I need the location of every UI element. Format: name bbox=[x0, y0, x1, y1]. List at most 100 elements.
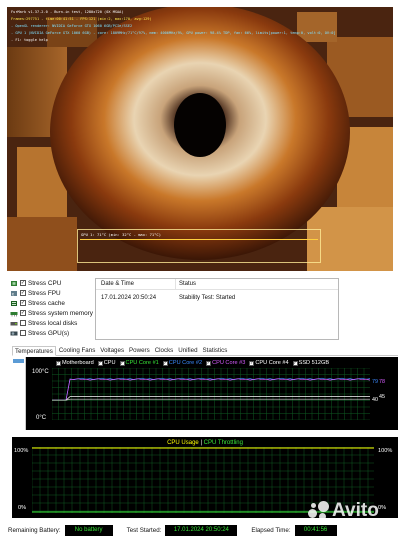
legend-label: CPU Core #3 bbox=[212, 360, 246, 366]
stress-memory-checkbox[interactable]: ✓ bbox=[20, 310, 26, 316]
gpu-icon bbox=[10, 330, 18, 337]
tab-clocks[interactable]: Clocks bbox=[153, 346, 176, 355]
legend-checkbox[interactable]: ✓ bbox=[249, 360, 255, 366]
furmark-opengl-line: - OpenGL renderer: NVIDIA GeForce GTX 10… bbox=[11, 24, 133, 28]
disk-icon bbox=[10, 320, 18, 327]
legend-label: CPU Core #2 bbox=[168, 360, 203, 366]
gpu-graph-line bbox=[80, 239, 318, 240]
stress-disks-checkbox[interactable] bbox=[20, 320, 26, 326]
stress-cpu-label: Stress CPU bbox=[28, 279, 62, 287]
cpu-icon bbox=[10, 280, 18, 287]
legend-item-cpu-core-2[interactable]: ✓ CPU Core #2 bbox=[162, 360, 203, 366]
legend-item-cpu[interactable]: ✓ CPU bbox=[97, 360, 116, 366]
legend-label: Motherboard bbox=[62, 360, 94, 366]
log-header-status[interactable]: Status bbox=[176, 281, 196, 287]
series-line-motherboard bbox=[52, 396, 370, 401]
status-log-table[interactable]: Date & Time Status 17.01.2024 20:50:24 S… bbox=[95, 278, 339, 340]
stress-cache-option[interactable]: ✓ Stress cache bbox=[10, 298, 94, 308]
series-line-cpu-core-3 bbox=[52, 378, 370, 401]
stress-gpu-label: Stress GPU(s) bbox=[28, 329, 70, 337]
stress-disks-label: Stress local disks bbox=[28, 319, 78, 327]
gpu-graph-label: GPU 1: 71°C (min: 32°C - max: 71°C) bbox=[81, 232, 162, 237]
test-started-label: Test Started: bbox=[126, 526, 162, 534]
legend-item-motherboard[interactable]: ✓ Motherboard bbox=[56, 360, 94, 366]
legend-checkbox[interactable]: ✓ bbox=[162, 360, 168, 366]
temp-value-motherboard: 45 bbox=[379, 394, 385, 400]
log-cell-status: Stability Test: Started bbox=[179, 294, 236, 301]
tab-unified[interactable]: Unified bbox=[176, 346, 199, 355]
legend-checkbox[interactable]: ✓ bbox=[206, 360, 212, 366]
avito-watermark: Avito bbox=[308, 500, 379, 522]
tab-cooling-fans[interactable]: Cooling Fans bbox=[57, 346, 97, 355]
tab-temperatures[interactable]: Temperatures bbox=[12, 346, 56, 356]
legend-label: CPU bbox=[103, 360, 116, 366]
log-header-row: Date & Time Status bbox=[96, 279, 338, 290]
tab-voltages[interactable]: Voltages bbox=[98, 346, 126, 355]
sensor-list-scrollbar[interactable] bbox=[12, 357, 26, 430]
stress-memory-option[interactable]: ✓ Stress system memory bbox=[10, 308, 94, 318]
furmark-render-window: FurMark v1.37.2.0 - Burn-in test, 1280x7… bbox=[7, 7, 393, 271]
cpu-title-separator: | bbox=[200, 440, 202, 446]
legend-label: SSD 512GB bbox=[298, 360, 330, 366]
stress-cpu-checkbox[interactable]: ✓ bbox=[20, 280, 26, 286]
cpu-throttling-title: CPU Throttling bbox=[203, 440, 243, 446]
avito-logo-icon bbox=[308, 501, 330, 521]
cpu-tick-top-right: 100% bbox=[378, 448, 393, 454]
temperature-plot bbox=[52, 368, 370, 420]
legend-label: CPU Core #4 bbox=[255, 360, 289, 366]
series-line-ssd-512gb bbox=[52, 398, 370, 401]
battery-label: Remaining Battery: bbox=[8, 526, 61, 534]
legend-checkbox[interactable]: ✓ bbox=[292, 360, 298, 366]
legend-item-ssd[interactable]: ✓ SSD 512GB bbox=[292, 360, 330, 366]
elapsed-time-value: 00:41:56 bbox=[294, 524, 337, 536]
cpu-chart-title: CPU Usage | CPU Throttling bbox=[12, 440, 398, 446]
status-bar: Remaining Battery: No battery Test Start… bbox=[8, 524, 400, 536]
stress-fpu-option[interactable]: x ✓ Stress FPU bbox=[10, 288, 94, 298]
legend-label: CPU Core #1 bbox=[125, 360, 159, 366]
stress-gpu-checkbox[interactable] bbox=[20, 330, 26, 336]
legend-checkbox[interactable]: ✓ bbox=[56, 360, 61, 366]
stress-memory-label: Stress system memory bbox=[28, 309, 93, 317]
memory-icon bbox=[10, 310, 18, 317]
temp-value-core2: 79 bbox=[372, 379, 378, 385]
table-row[interactable]: 17.01.2024 20:50:24 Stability Test: Star… bbox=[96, 292, 338, 303]
temp-value-ssd: 40 bbox=[372, 397, 378, 403]
log-cell-date: 17.01.2024 20:50:24 bbox=[101, 294, 157, 301]
legend-item-cpu-core-3[interactable]: ✓ CPU Core #3 bbox=[206, 360, 245, 366]
cpu-tick-bottom-left: 0% bbox=[18, 505, 27, 511]
stress-fpu-checkbox[interactable]: ✓ bbox=[20, 290, 26, 296]
tab-powers[interactable]: Powers bbox=[127, 346, 152, 355]
battery-value: No battery bbox=[64, 524, 113, 536]
legend-item-cpu-core-1[interactable]: ✓ CPU Core #1 bbox=[119, 360, 159, 366]
stress-cache-label: Stress cache bbox=[28, 299, 65, 307]
log-header-date[interactable]: Date & Time bbox=[96, 279, 176, 289]
stress-fpu-label: Stress FPU bbox=[28, 289, 61, 297]
legend-checkbox[interactable]: ✓ bbox=[97, 360, 103, 366]
gpu-temperature-graph: GPU 1: 71°C (min: 32°C - max: 71°C) bbox=[77, 229, 321, 263]
furmark-help-line: - F1: toggle help bbox=[11, 38, 48, 42]
cpu-usage-title: CPU Usage bbox=[167, 440, 199, 446]
tab-statistics[interactable]: Statistics bbox=[201, 346, 230, 355]
fpu-icon: x bbox=[10, 290, 18, 297]
cpu-tick-top-left: 100% bbox=[14, 448, 29, 454]
stress-gpu-option[interactable]: Stress GPU(s) bbox=[10, 328, 94, 338]
stress-cpu-option[interactable]: ✓ Stress CPU bbox=[10, 278, 94, 288]
elapsed-time-label: Elapsed Time: bbox=[251, 526, 291, 534]
temperature-chart: 100°C 0°C ✓ Motherboard ✓ CPU ✓ CPU Core #1… bbox=[12, 357, 398, 430]
monitor-tabs: Temperatures Cooling Fans Voltages Power… bbox=[12, 346, 398, 356]
temperature-legend: ✓ Motherboard ✓ CPU ✓ CPU Core #1 ✓ CPU Core… bbox=[56, 360, 333, 366]
cache-icon bbox=[10, 300, 18, 307]
legend-item-cpu-core-4[interactable]: ✓ CPU Core #4 bbox=[249, 360, 289, 366]
stress-cache-checkbox[interactable]: ✓ bbox=[20, 300, 26, 306]
cpu-tick-bottom-right: 0% bbox=[378, 505, 387, 511]
furmark-frames-line: Frames:297751 - time:00:41:51 - FPS:121 … bbox=[11, 17, 152, 21]
stress-options: ✓ Stress CPU x ✓ Stress FPU ✓ Stress cac… bbox=[10, 278, 94, 338]
temp-axis-top-label: 100°C bbox=[32, 369, 49, 375]
stress-disks-option[interactable]: Stress local disks bbox=[10, 318, 94, 328]
temp-value-core3: 78 bbox=[379, 379, 385, 385]
furmark-gpu-line: - GPU 1 (NVIDIA GeForce GTX 1060 6GB) - … bbox=[11, 31, 336, 35]
legend-checkbox[interactable]: ✓ bbox=[119, 360, 125, 366]
test-started-value: 17.01.2024 20:50:24 bbox=[165, 524, 238, 536]
furmark-title-line: FurMark v1.37.2.0 - Burn-in test, 1280x7… bbox=[11, 10, 124, 14]
watermark-text: Avito bbox=[332, 500, 379, 521]
